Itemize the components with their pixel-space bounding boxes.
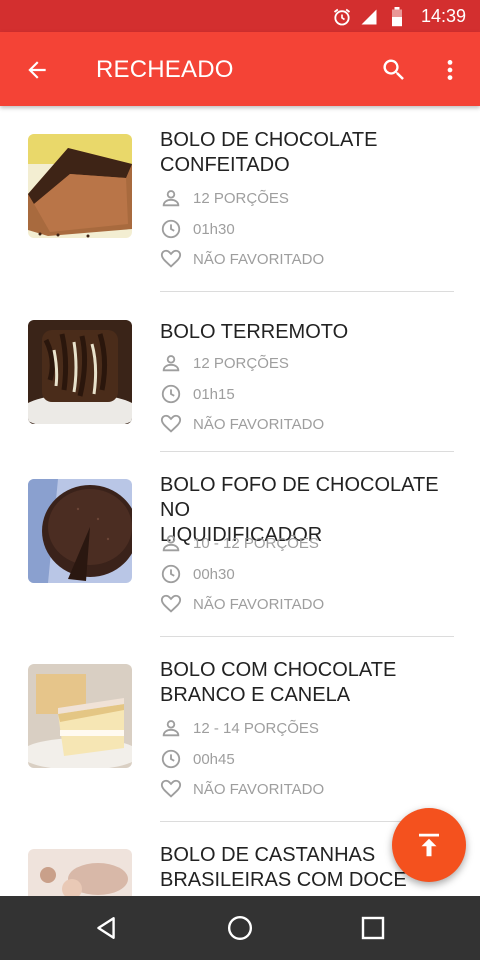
recipe-title[interactable]: BOLO TERREMOTO	[160, 320, 472, 345]
recipe-time: 00h30	[160, 559, 235, 589]
clock-icon	[161, 749, 181, 769]
list-item[interactable]: BOLO TERREMOTO 12 PORÇÕES 01h15 NÃO FAVO…	[0, 292, 480, 452]
status-bar: 14:39	[0, 0, 480, 32]
nav-recents-icon	[361, 916, 385, 940]
recipe-servings: 12 PORÇÕES	[160, 348, 289, 378]
person-icon	[162, 720, 180, 737]
recipe-time: 01h15	[160, 379, 235, 409]
app-bar: RECHEADO	[0, 32, 480, 106]
person-icon	[162, 355, 180, 372]
heart-icon	[160, 249, 182, 268]
back-button[interactable]	[17, 50, 57, 90]
nav-back-button[interactable]	[84, 908, 128, 948]
list-item[interactable]: BOLO DE CHOCOLATE CONFEITADO 12 PORÇÕES …	[0, 106, 480, 292]
person-icon	[162, 535, 180, 552]
recipe-favorite[interactable]: NÃO FAVORITADO	[160, 409, 324, 439]
recipe-image[interactable]	[28, 320, 132, 424]
search-icon	[383, 59, 404, 80]
recipe-servings: 12 PORÇÕES	[160, 183, 289, 213]
heart-icon	[160, 414, 182, 433]
list-item[interactable]: BOLO FOFO DE CHOCOLATE NO LIQUIDIFICADOR…	[0, 452, 480, 637]
clock-icon	[161, 219, 181, 239]
heart-icon	[160, 594, 182, 613]
nav-home-button[interactable]	[218, 908, 262, 948]
battery-icon	[392, 7, 402, 27]
recipe-title[interactable]: BOLO DE CHOCOLATE CONFEITADO	[160, 128, 472, 178]
clock-icon	[161, 564, 181, 584]
recipe-servings: 10 - 12 PORÇÕES	[160, 528, 319, 558]
nav-back-icon	[97, 917, 115, 939]
nav-recents-button[interactable]	[351, 908, 395, 948]
list-item[interactable]: BOLO COM CHOCOLATE BRANCO E CANELA 12 - …	[0, 637, 480, 822]
recipe-time: 01h30	[160, 214, 235, 244]
recipe-favorite[interactable]: NÃO FAVORITADO	[160, 774, 324, 804]
recipe-title[interactable]: BOLO COM CHOCOLATE BRANCO E CANELA	[160, 658, 472, 708]
recipe-image[interactable]	[28, 134, 132, 238]
page-title: RECHEADO	[96, 56, 234, 83]
recipe-favorite[interactable]: NÃO FAVORITADO	[160, 244, 324, 274]
nav-home-icon	[227, 915, 253, 941]
alarm-icon	[333, 8, 351, 26]
recipe-time: 00h45	[160, 744, 235, 774]
system-nav-bar	[0, 896, 480, 960]
back-arrow-icon	[28, 61, 46, 79]
person-icon	[162, 190, 180, 207]
scroll-to-top-icon	[419, 833, 439, 857]
recipe-image[interactable]	[28, 664, 132, 768]
recipe-favorite[interactable]: NÃO FAVORITADO	[160, 589, 324, 619]
status-time: 14:39	[420, 6, 466, 26]
recipe-image[interactable]	[28, 849, 132, 896]
recipe-image[interactable]	[28, 479, 132, 583]
signal-icon	[361, 9, 377, 25]
more-vert-icon	[447, 60, 453, 80]
more-options-button[interactable]	[430, 50, 470, 90]
heart-icon	[160, 779, 182, 798]
recipe-servings: 12 - 14 PORÇÕES	[160, 713, 319, 743]
search-button[interactable]	[374, 50, 414, 90]
clock-icon	[161, 384, 181, 404]
recipe-list[interactable]: BOLO DE CHOCOLATE CONFEITADO 12 PORÇÕES …	[0, 106, 480, 896]
scroll-to-top-button[interactable]	[392, 808, 466, 882]
